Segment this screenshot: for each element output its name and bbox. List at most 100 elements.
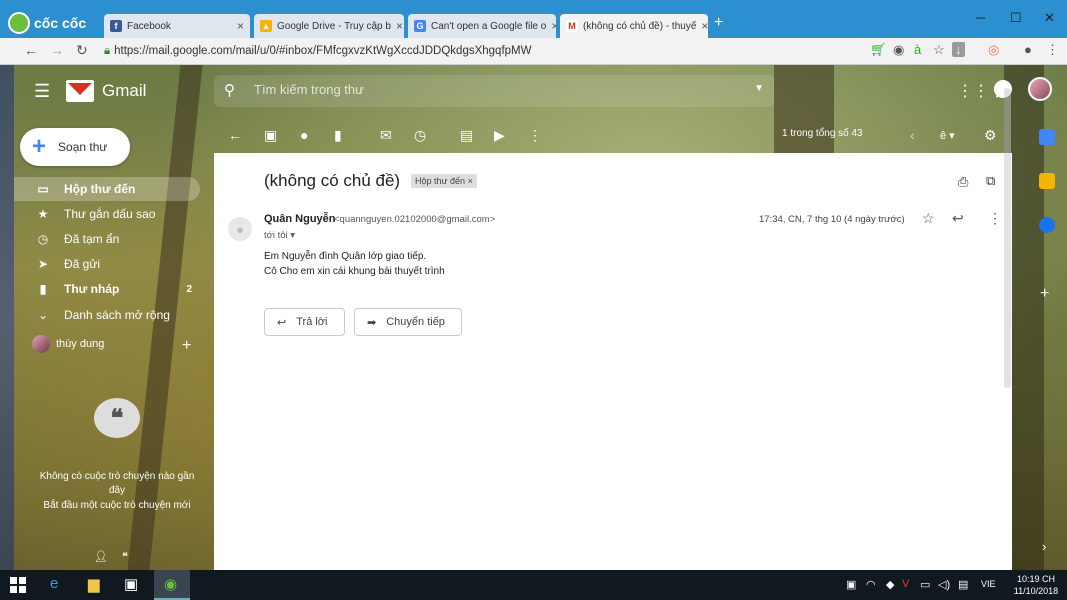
menu-dots-icon[interactable]: ⋮ xyxy=(1046,42,1059,58)
download-extension-icon[interactable]: ↓ xyxy=(952,42,965,57)
sidebar-item-inbox[interactable]: ▭ Hộp thư đến xyxy=(14,177,200,201)
tab-close-icon[interactable]: × xyxy=(701,19,708,33)
compose-button[interactable]: + Soạn thư xyxy=(20,128,130,166)
hangouts-user[interactable]: thùy dung xyxy=(32,335,104,353)
search-options-icon[interactable]: ▼ xyxy=(754,83,764,94)
search-input[interactable] xyxy=(254,82,714,97)
sidebar-item-sent[interactable]: ➤ Đã gửi xyxy=(14,252,200,276)
no-chats-text: Không có cuộc trò chuyện nào gần đây xyxy=(39,471,195,496)
contacts-icon[interactable]: 👤︎ xyxy=(94,550,108,563)
move-to-icon[interactable]: ▤ xyxy=(460,127,473,144)
gmail-logo[interactable]: Gmail xyxy=(66,80,146,102)
forward-icon[interactable]: → xyxy=(50,42,64,58)
new-tab-button[interactable]: + xyxy=(714,14,723,32)
input-language[interactable]: VIE xyxy=(981,579,996,589)
more-options-icon[interactable]: ⋮ xyxy=(988,210,1002,227)
sidebar-item-label: Hộp thư đến xyxy=(64,182,136,196)
scrollbar[interactable] xyxy=(1004,88,1011,388)
search-icon[interactable]: ⚲ xyxy=(224,81,235,99)
message-subject: (không có chủ đề) xyxy=(264,171,401,190)
keyboard-icon[interactable]: ▤ xyxy=(958,578,968,591)
back-to-inbox-icon[interactable]: ← xyxy=(228,127,242,143)
tab-close-icon[interactable]: × xyxy=(551,19,556,33)
hangouts-user-name: thùy dung xyxy=(56,338,105,350)
reply-button[interactable]: ↩ Trả lời xyxy=(264,308,345,336)
label-icon[interactable]: ▶ xyxy=(494,127,505,144)
tab-close-icon[interactable]: × xyxy=(396,19,403,33)
sidebar-item-label: Đã gửi xyxy=(64,257,101,271)
sidebar-item-drafts[interactable]: ▮ Thư nháp 2 xyxy=(14,277,200,301)
previous-icon[interactable]: ‹ xyxy=(910,127,915,143)
recipients-toggle[interactable]: tới tôi ▾ xyxy=(264,230,295,241)
translate-icon[interactable]: à xyxy=(914,42,921,57)
back-icon[interactable]: ← xyxy=(24,42,38,58)
input-tools-icon[interactable]: ê ▾ xyxy=(940,129,955,142)
coccoc-icon: ◉ xyxy=(164,576,178,593)
more-actions-icon[interactable]: ⋮ xyxy=(528,127,542,144)
file-explorer-icon[interactable]: ▆ xyxy=(88,575,100,593)
archive-icon[interactable]: ▣ xyxy=(264,127,277,144)
new-chat-icon[interactable]: + xyxy=(182,337,191,355)
reply-arrow-icon: ↩ xyxy=(277,316,287,329)
keep-icon[interactable] xyxy=(1039,173,1055,189)
tasks-icon[interactable] xyxy=(1039,217,1055,233)
tab-google-drive[interactable]: ▲ Google Drive - Truy cập b × xyxy=(254,14,404,38)
get-addons-icon[interactable]: + xyxy=(1040,285,1049,303)
sidebar-item-label: Danh sách mở rộng xyxy=(64,308,170,322)
mark-unread-icon[interactable]: ✉ xyxy=(380,127,392,144)
sender-name[interactable]: Quân Nguyễn xyxy=(264,213,336,225)
store-icon[interactable]: ▣ xyxy=(124,575,138,593)
open-in-new-window-icon[interactable]: ⧉ xyxy=(986,173,995,189)
snooze-icon[interactable]: ◷ xyxy=(414,127,426,144)
extension-icon[interactable]: ◎ xyxy=(988,42,999,58)
profile-icon[interactable]: ● xyxy=(1024,42,1032,57)
hamburger-menu-icon[interactable]: ☰ xyxy=(34,81,50,102)
print-icon[interactable]: ⎙ xyxy=(958,174,968,190)
vietkey-icon[interactable]: V xyxy=(902,578,909,590)
hangouts-icon[interactable]: ❝ xyxy=(122,550,128,563)
tab-gmail[interactable]: M (không có chủ đề) - thuyế × xyxy=(560,14,708,38)
wifi-icon[interactable]: ◠ xyxy=(866,578,876,591)
reload-icon[interactable]: ↻ xyxy=(76,42,88,59)
security-icon[interactable]: ◆ xyxy=(886,578,894,591)
reply-icon[interactable]: ↩ xyxy=(952,210,964,227)
star-message-icon[interactable]: ☆ xyxy=(922,210,935,227)
side-panel: + › xyxy=(1027,65,1067,570)
battery-icon[interactable]: ▭ xyxy=(920,578,930,591)
clock[interactable]: 10:19 CH 11/10/2018 xyxy=(1010,573,1062,597)
tab-facebook[interactable]: f Facebook × xyxy=(104,14,250,38)
sidebar-item-label: Thư gắn dấu sao xyxy=(64,207,156,221)
coccoc-taskbar-button[interactable]: ◉ xyxy=(154,570,190,600)
expand-panel-icon[interactable]: › xyxy=(1042,539,1046,554)
forward-button[interactable]: ➡ Chuyển tiếp xyxy=(354,308,462,336)
close-window-icon[interactable]: ✕ xyxy=(1044,10,1055,26)
maximize-icon[interactable]: ☐ xyxy=(1010,10,1022,26)
tab-label: (không có chủ đề) - thuyế xyxy=(583,20,697,32)
calendar-icon[interactable] xyxy=(1039,129,1055,145)
sidebar-item-more[interactable]: ⌄ Danh sách mở rộng xyxy=(14,303,200,327)
url-field[interactable]: 🔒︎ https://mail.google.com/mail/u/0/#inbo… xyxy=(104,42,864,61)
report-spam-icon[interactable]: ● xyxy=(300,127,308,143)
sidebar-item-starred[interactable]: ★ Thư gắn dấu sao xyxy=(14,202,200,226)
windows-start-icon[interactable] xyxy=(10,577,26,593)
cart-icon[interactable]: 🛒︎ xyxy=(870,42,887,58)
bookmark-star-icon[interactable]: ☆ xyxy=(933,42,945,58)
search-bar[interactable]: ⚲ ▼ xyxy=(214,75,774,107)
sidebar-item-snoozed[interactable]: ◷ Đã tạm ẩn xyxy=(14,227,200,251)
draft-icon: ▮ xyxy=(39,282,47,296)
coccoc-logo[interactable]: cốc cốc xyxy=(8,12,98,34)
start-chat-link[interactable]: Bắt đầu một cuộc trò chuyện mới xyxy=(32,500,202,511)
settings-gear-icon[interactable]: ⚙ xyxy=(984,127,997,144)
volume-icon[interactable]: ◁) xyxy=(938,578,950,591)
windows-taskbar: e ▆ ▣ ◉ ▣ ◠ ◆ V ▭ ◁) ▤ VIE 10:19 CH 11/1… xyxy=(0,570,1067,600)
delete-icon[interactable]: ▮ xyxy=(334,127,342,144)
edge-icon[interactable]: e xyxy=(50,575,58,592)
label-badge[interactable]: Hộp thư đến × xyxy=(411,174,477,188)
minimize-icon[interactable]: ─ xyxy=(976,10,985,25)
tray-app-icon[interactable]: ▣ xyxy=(846,578,856,591)
url-text: https://mail.google.com/mail/u/0/#inbox/… xyxy=(114,45,532,57)
eye-icon[interactable]: ◉ xyxy=(893,42,904,58)
tab-close-icon[interactable]: × xyxy=(237,19,244,33)
tab-label: Google Drive - Truy cập b xyxy=(277,20,391,32)
tab-google-help[interactable]: G Can't open a Google file o × xyxy=(408,14,556,38)
